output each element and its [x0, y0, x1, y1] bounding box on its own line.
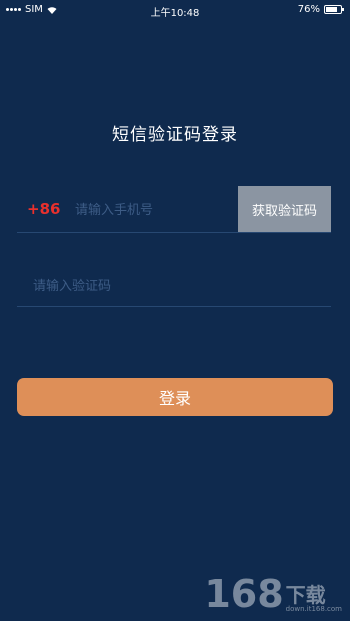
country-code[interactable]: +86 [27, 200, 60, 218]
watermark-text: 下载 [285, 583, 326, 607]
verification-code-input[interactable] [31, 272, 315, 300]
phone-row: +86 获取验证码 [17, 186, 331, 233]
battery-percent: 76% [297, 4, 320, 15]
phone-input[interactable] [73, 196, 237, 224]
get-code-button[interactable]: 获取验证码 [238, 186, 331, 232]
status-right: 76% [297, 4, 344, 15]
watermark-url: down.it168.com [285, 605, 342, 613]
code-row [17, 262, 331, 307]
status-bar: SIM 上午10:48 76% [0, 0, 350, 20]
watermark-side: 下载 down.it168.com [286, 585, 342, 613]
battery-icon [324, 5, 344, 14]
watermark-logo: 168 下载 down.it168.com [204, 575, 342, 613]
watermark-number: 168 [204, 572, 284, 616]
login-button[interactable]: 登录 [17, 378, 333, 416]
page-title: 短信验证码登录 [112, 125, 238, 145]
